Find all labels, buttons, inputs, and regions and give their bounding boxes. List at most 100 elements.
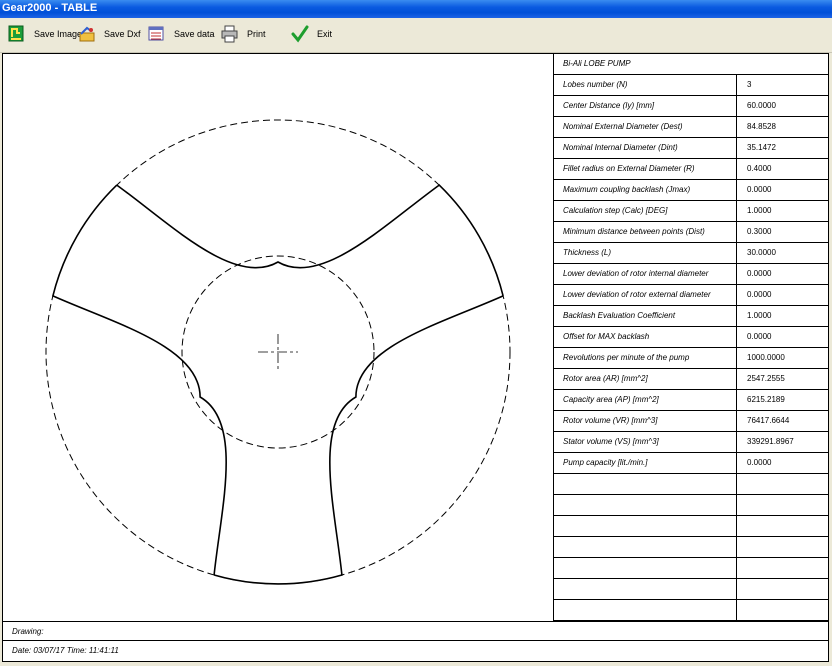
print-icon: [221, 25, 239, 43]
save-image-label: Save Image: [34, 29, 83, 39]
window-title: Gear2000 - TABLE: [2, 2, 98, 14]
table-row: Lobes number (N) 3: [554, 75, 828, 96]
parameter-label: [554, 474, 737, 494]
parameter-label: [554, 558, 737, 578]
table-row: Calculation step (Calc) [DEG] 1.0000: [554, 201, 828, 222]
table-row: Center Distance (Iy) [mm] 60.0000: [554, 96, 828, 117]
parameter-value: 2547.2555: [747, 374, 785, 383]
window-title-bar: Gear2000 - TABLE: [0, 0, 832, 18]
drawing-label: Drawing:: [12, 627, 44, 636]
date-time-field: Date: 03/07/17 Time: 11:41:11: [3, 641, 828, 661]
table-row: Nominal Internal Diameter (Dint) 35.1472: [554, 138, 828, 159]
parameter-label: Minimum distance between points (Dist): [554, 222, 737, 242]
rotor-drawing-area: [3, 54, 554, 621]
parameter-value: 0.0000: [747, 290, 772, 299]
parameter-value: 0.0000: [747, 269, 772, 278]
parameter-value: 84.8528: [747, 122, 776, 131]
parameter-value: [737, 579, 828, 599]
parameter-label: Pump capacity [lit./min.]: [554, 453, 737, 473]
parameter-label: Offset for MAX backlash: [554, 327, 737, 347]
toolbar: Save Image Save Dxf Save data Print Exit: [0, 18, 832, 53]
parameter-label: Thickness (L): [554, 243, 737, 263]
parameter-value: 60.0000: [747, 101, 776, 110]
parameter-label: Backlash Evaluation Coefficient: [554, 306, 737, 326]
parameter-label: Stator volume (VS) [mm^3]: [554, 432, 737, 452]
parameter-label: Maximum coupling backlash (Jmax): [554, 180, 737, 200]
report-panel: Bi-Ali LOBE PUMP Lobes number (N) 3 Center …: [2, 53, 829, 662]
lobe-pump-drawing: [45, 119, 511, 585]
parameter-label: Revolutions per minute of the pump: [554, 348, 737, 368]
parameter-value: 0.3000: [747, 227, 772, 236]
table-row: Fillet radius on External Diameter (R) 0.…: [554, 159, 828, 180]
table-row: Thickness (L) 30.0000: [554, 243, 828, 264]
table-row: Rotor area (AR) [mm^2] 2547.2555: [554, 369, 828, 390]
parameter-value: [737, 558, 828, 578]
parameter-label: Lower deviation of rotor external diamet…: [554, 285, 737, 305]
table-row: [554, 579, 828, 600]
table-row: Backlash Evaluation Coefficient 1.0000: [554, 306, 828, 327]
parameter-value: 30.0000: [747, 248, 776, 257]
parameter-value: 76417.6644: [747, 416, 790, 425]
table-header-row: Bi-Ali LOBE PUMP: [554, 54, 828, 75]
parameter-value: 1.0000: [747, 206, 772, 215]
table-row: Rotor volume (VR) [mm^3] 76417.6644: [554, 411, 828, 432]
rotor-contour: [51, 184, 504, 585]
parameters-table: Bi-Ali LOBE PUMP Lobes number (N) 3 Center …: [554, 54, 828, 621]
print-button[interactable]: Print: [221, 23, 266, 45]
table-row: [554, 516, 828, 537]
parameter-value: [737, 537, 828, 557]
save-dxf-icon: [78, 25, 96, 43]
parameter-label: [554, 537, 737, 557]
table-row: [554, 600, 828, 621]
table-row: Revolutions per minute of the pump 1000.0…: [554, 348, 828, 369]
parameter-label: Nominal External Diameter (Dest): [554, 117, 737, 137]
table-row: [554, 474, 828, 495]
save-data-icon: [148, 25, 166, 43]
table-row: Maximum coupling backlash (Jmax) 0.0000: [554, 180, 828, 201]
print-label: Print: [247, 29, 266, 39]
table-row: [554, 558, 828, 579]
save-image-icon: [8, 25, 26, 43]
drawing-field: Drawing:: [3, 621, 828, 641]
parameter-label: [554, 495, 737, 515]
table-row: Minimum distance between points (Dist) 0.…: [554, 222, 828, 243]
table-row: [554, 495, 828, 516]
parameter-value: 35.1472: [747, 143, 776, 152]
parameter-value: [737, 516, 828, 536]
exit-button[interactable]: Exit: [291, 23, 332, 45]
parameter-label: Nominal Internal Diameter (Dint): [554, 138, 737, 158]
date-time-text: Date: 03/07/17 Time: 11:41:11: [12, 646, 119, 655]
parameter-label: Rotor volume (VR) [mm^3]: [554, 411, 737, 431]
parameter-value: [737, 495, 828, 515]
save-data-label: Save data: [174, 29, 215, 39]
parameter-label: Capacity area (AP) [mm^2]: [554, 390, 737, 410]
save-image-button[interactable]: Save Image: [8, 23, 82, 45]
table-header: Bi-Ali LOBE PUMP: [563, 59, 631, 68]
table-row: Offset for MAX backlash 0.0000: [554, 327, 828, 348]
parameter-label: Calculation step (Calc) [DEG]: [554, 201, 737, 221]
parameter-label: [554, 579, 737, 599]
parameter-label: Fillet radius on External Diameter (R): [554, 159, 737, 179]
parameter-value: [737, 600, 828, 620]
save-data-button[interactable]: Save data: [148, 23, 215, 45]
parameter-label: Lobes number (N): [554, 75, 737, 95]
save-dxf-button[interactable]: Save Dxf: [78, 23, 141, 45]
table-row: Capacity area (AP) [mm^2] 6215.2189: [554, 390, 828, 411]
parameter-value: 0.0000: [747, 458, 772, 467]
parameter-label: Rotor area (AR) [mm^2]: [554, 369, 737, 389]
parameter-value: 6215.2189: [747, 395, 785, 404]
checkmark-icon: [291, 25, 309, 43]
table-row: Lower deviation of rotor external diamet…: [554, 285, 828, 306]
parameter-value: 3: [747, 80, 752, 89]
parameter-value: 0.4000: [747, 164, 772, 173]
parameter-value: 1.0000: [747, 311, 772, 320]
parameter-label: [554, 600, 737, 620]
save-dxf-label: Save Dxf: [104, 29, 141, 39]
parameter-value: 0.0000: [747, 332, 772, 341]
parameter-label: [554, 516, 737, 536]
table-row: Lower deviation of rotor internal diamet…: [554, 264, 828, 285]
table-row: Nominal External Diameter (Dest) 84.8528: [554, 117, 828, 138]
parameter-label: Lower deviation of rotor internal diamet…: [554, 264, 737, 284]
exit-label: Exit: [317, 29, 333, 39]
parameter-value: [737, 474, 828, 494]
